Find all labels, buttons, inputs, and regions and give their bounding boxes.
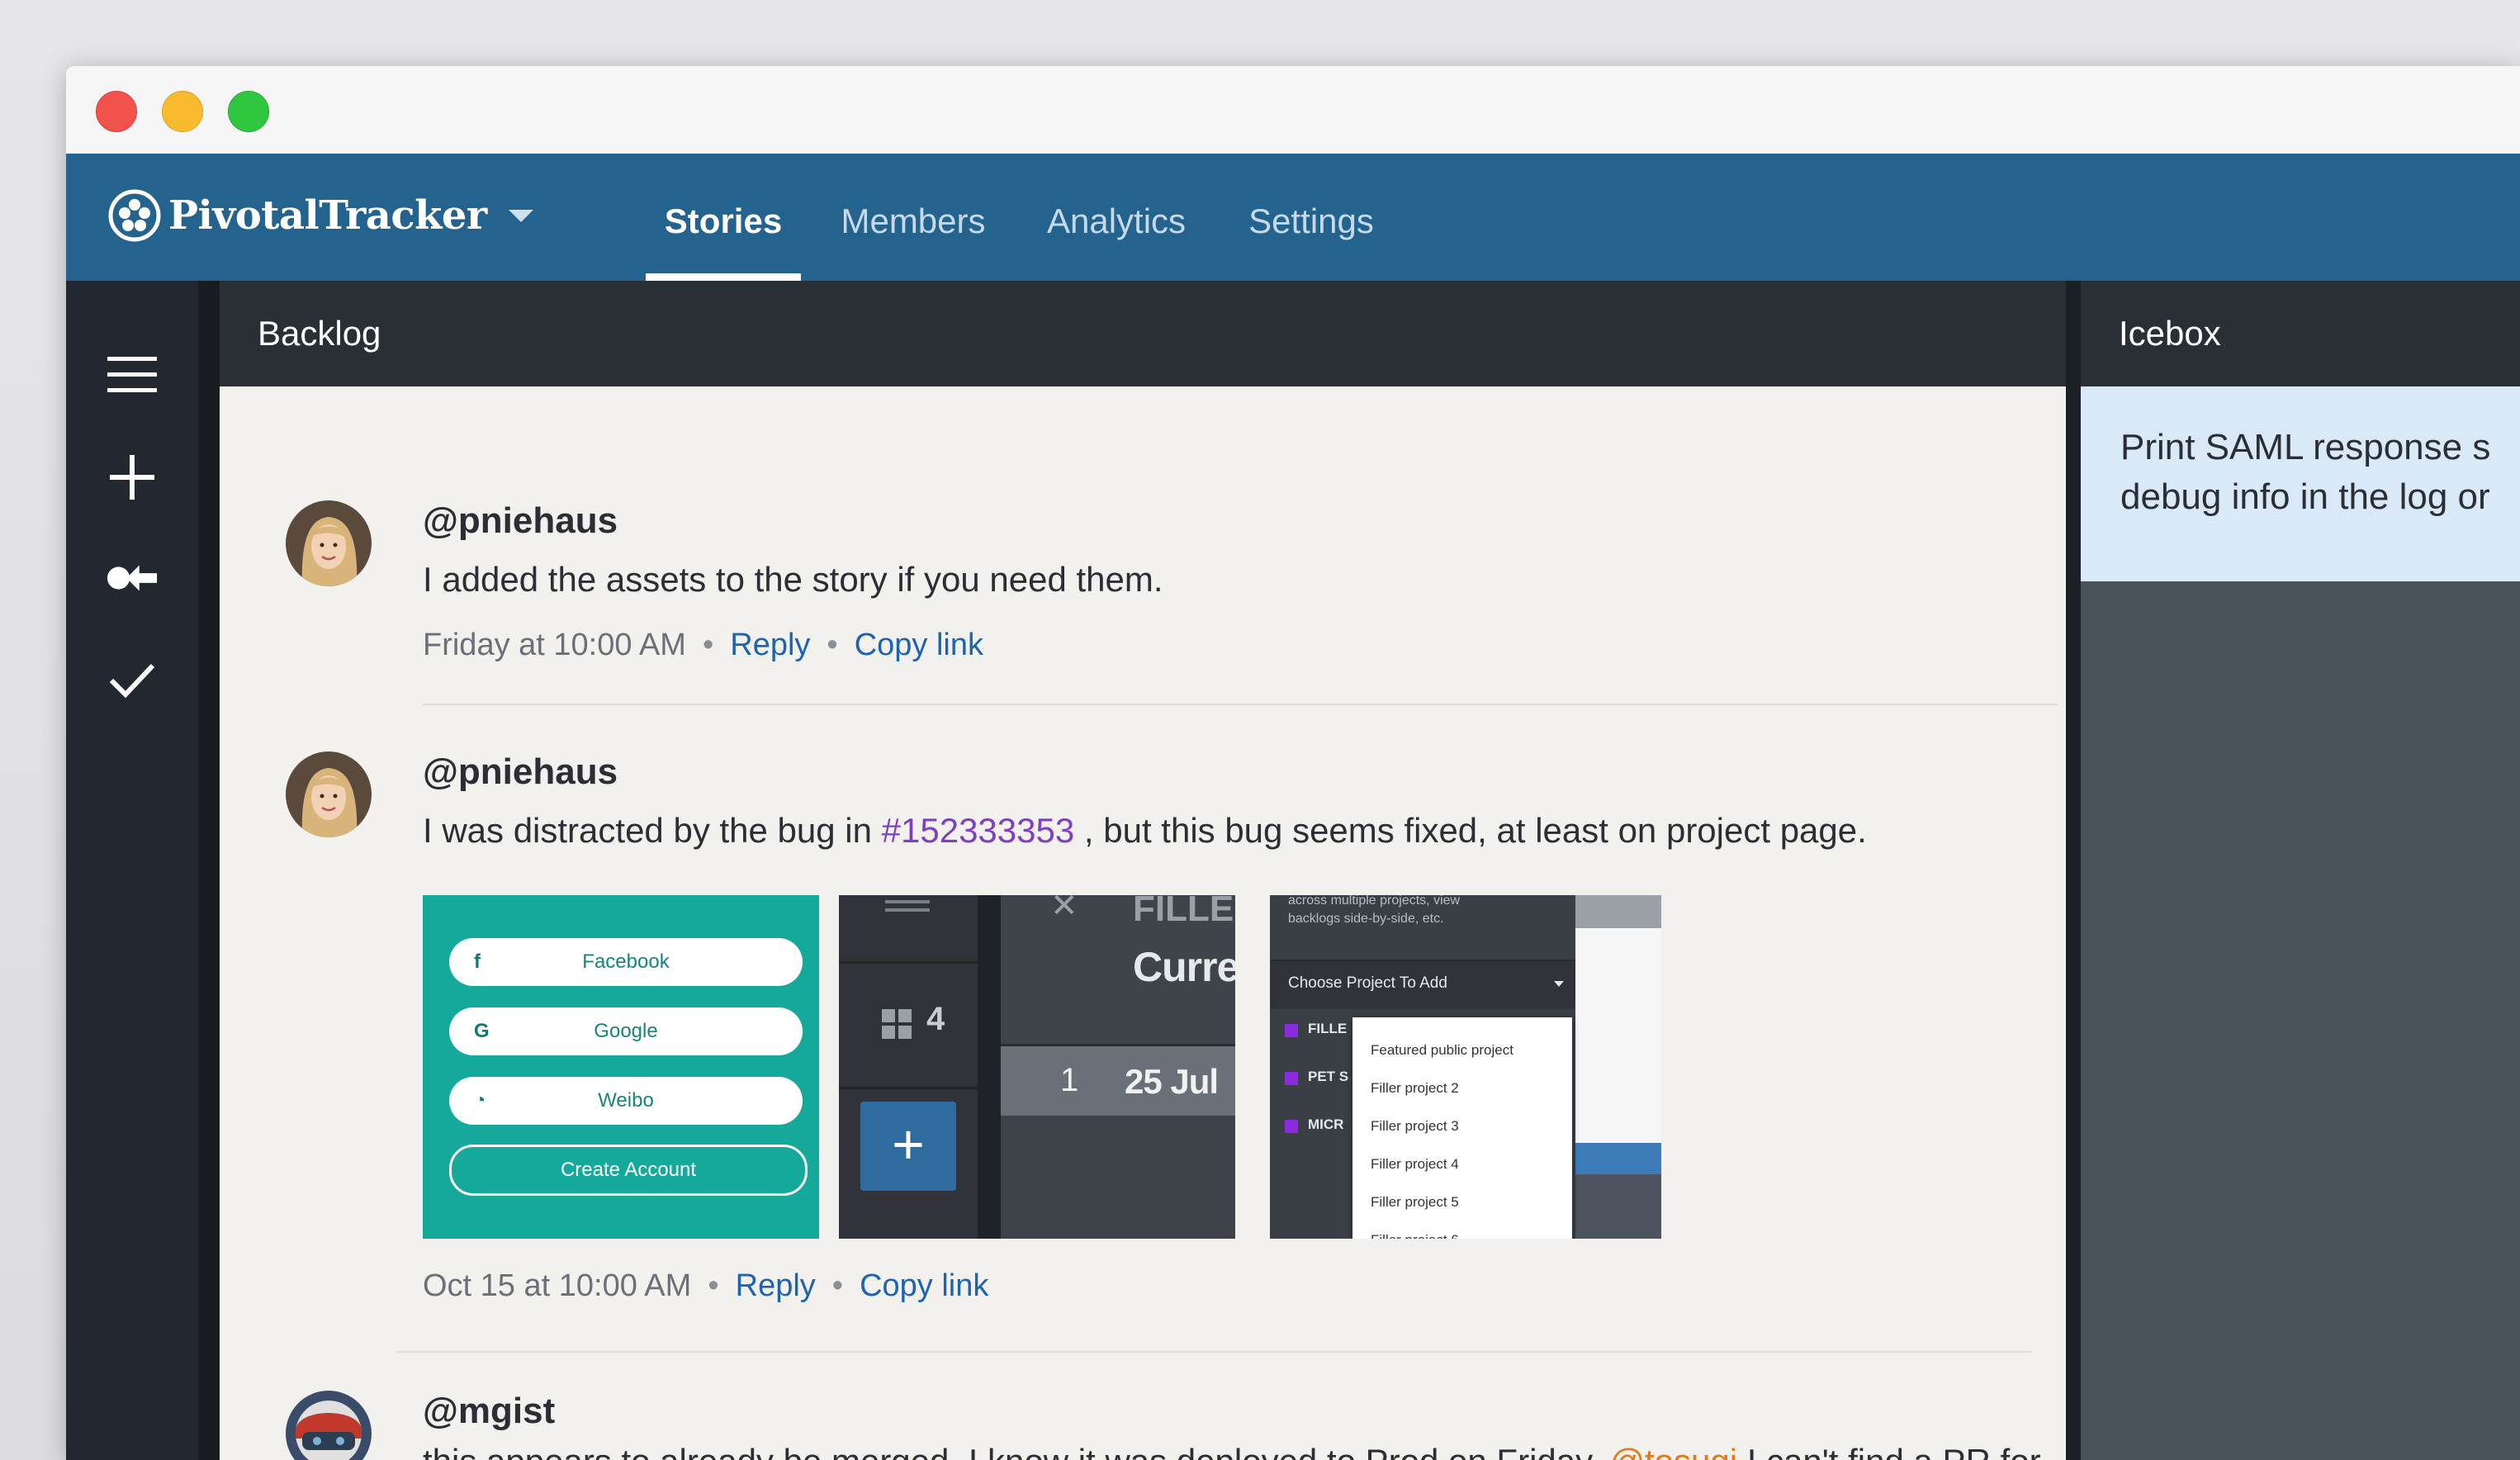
copy-link[interactable]: Copy link	[855, 628, 983, 662]
comment-text-before: this appears to already be merged, I kno…	[423, 1442, 1609, 1460]
grid-icon	[882, 1009, 913, 1040]
project-color-icon	[1285, 1024, 1298, 1037]
separator-dot: •	[702, 628, 714, 662]
dropdown-option: Filler project 6	[1371, 1232, 1459, 1239]
filler-label: FILLE	[1133, 895, 1234, 929]
separator-dot: •	[827, 628, 838, 662]
add-icon[interactable]	[106, 451, 159, 504]
create-account-button: Create Account	[449, 1145, 808, 1196]
attachment-thumbnail[interactable]: across multiple projects, view backlogs …	[1270, 895, 1661, 1239]
count-label: 4	[926, 1001, 945, 1037]
logo-menu[interactable]: PivotalTracker	[107, 187, 533, 244]
dropdown-option: Featured public project	[1371, 1042, 1513, 1058]
thumb-divider	[978, 895, 1001, 1239]
toggle-panels-icon[interactable]	[106, 552, 159, 604]
thumb-separator	[839, 1087, 978, 1089]
logo-text: PivotalTracker	[168, 192, 487, 239]
sidebar	[66, 281, 198, 1460]
dropdown-option: Filler project 5	[1371, 1194, 1459, 1210]
reply-link[interactable]: Reply	[736, 1268, 816, 1303]
tab-stories[interactable]: Stories	[646, 154, 801, 281]
tab-members[interactable]: Members	[822, 154, 1004, 281]
project-name: PET S	[1308, 1069, 1349, 1084]
comment-text: I was distracted by the bug in #15233335…	[423, 811, 1867, 851]
pivotal-logo-icon	[108, 189, 161, 242]
comment-text: this appears to already be merged, I kno…	[423, 1439, 2041, 1460]
thumb-selected-row	[1575, 1143, 1661, 1174]
thumb-separator	[839, 961, 978, 964]
comment-timestamp: Oct 15 at 10:00 AM	[423, 1268, 692, 1303]
comment-divider	[396, 1351, 2031, 1353]
dropdown-option: Filler project 2	[1371, 1080, 1459, 1096]
comment-text: I added the assets to the story if you n…	[423, 560, 1163, 599]
comment-author[interactable]: @pniehaus	[423, 500, 618, 542]
google-button: G Google	[449, 1007, 803, 1055]
backlog-header: Backlog	[220, 281, 2066, 386]
icebox-title: Icebox	[2119, 314, 2221, 353]
comment-timestamp: Friday at 10:00 AM	[423, 628, 686, 662]
menu-icon	[885, 900, 930, 903]
row-date: 25 Jul	[1125, 1062, 1219, 1101]
chevron-down-icon	[1554, 981, 1564, 987]
zoom-window-button[interactable]	[228, 91, 269, 132]
minimize-window-button[interactable]	[162, 91, 203, 132]
project-color-icon	[1285, 1120, 1298, 1133]
project-name: FILLE	[1308, 1021, 1348, 1036]
row-number: 1	[1060, 1062, 1079, 1098]
comment-text-after: , but this bug seems fixed, at least on …	[1074, 811, 1867, 850]
dropdown-option: Filler project 3	[1371, 1118, 1459, 1134]
comment-meta: Friday at 10:00 AM • Reply • Copy link	[423, 628, 983, 663]
thumb-description: across multiple projects, view backlogs …	[1288, 895, 1461, 926]
comment-divider	[423, 704, 2058, 705]
reply-link[interactable]: Reply	[730, 628, 810, 662]
attachment-thumbnail[interactable]: 4 + ✕ FILLE Curre 1 25 Jul	[839, 895, 1235, 1239]
backlog-title: Backlog	[258, 314, 381, 353]
comment-text-before: I was distracted by the bug in	[423, 811, 882, 850]
add-icon: +	[860, 1102, 956, 1191]
weibo-icon: ◔	[474, 1089, 486, 1112]
dropdown-option: Filler project 4	[1371, 1156, 1459, 1172]
user-mention-link[interactable]: @tosugi	[1609, 1442, 1737, 1460]
close-icon: ✕	[1050, 895, 1078, 924]
choose-project-select: Choose Project To Add	[1288, 974, 1447, 992]
google-icon: G	[474, 1020, 490, 1042]
story-comments: @pniehaus I added the assets to the stor…	[220, 386, 2066, 1460]
tab-settings[interactable]: Settings	[1229, 154, 1394, 281]
weibo-button: ◔ Weibo	[449, 1077, 803, 1125]
comment-author[interactable]: @pniehaus	[423, 751, 618, 793]
avatar	[286, 751, 372, 837]
avatar	[286, 1391, 372, 1460]
comment-author[interactable]: @mgist	[423, 1391, 555, 1432]
app-window: PivotalTracker Stories Members Analytics…	[66, 66, 2520, 1460]
story-title: Print SAML response s debug info in the …	[2120, 427, 2491, 517]
copy-link[interactable]: Copy link	[860, 1268, 988, 1303]
avatar	[286, 500, 372, 586]
chevron-down-icon	[508, 209, 533, 222]
menu-icon[interactable]	[106, 348, 159, 401]
facebook-button: f Facebook	[449, 938, 803, 986]
attachment-thumbnail[interactable]: f Facebook G Google ◔ Weibo Create Account	[423, 895, 819, 1239]
thumb-right-header	[1575, 895, 1661, 928]
tab-analytics[interactable]: Analytics	[1026, 154, 1207, 281]
icebox-header: Icebox	[2081, 281, 2520, 386]
column-divider[interactable]	[2066, 281, 2081, 1460]
story-card[interactable]: Print SAML response s debug info in the …	[2081, 386, 2520, 581]
story-reference-link[interactable]: #152333353	[882, 811, 1075, 850]
sidebar-divider	[198, 281, 220, 1460]
project-color-icon	[1285, 1072, 1298, 1085]
facebook-icon: f	[474, 950, 481, 973]
title-bar	[66, 66, 2520, 154]
thumb-footer	[1575, 1174, 1661, 1239]
separator-dot: •	[831, 1268, 844, 1303]
project-dropdown-menu: Featured public project Filler project 2…	[1352, 1017, 1572, 1239]
current-label: Curre	[1133, 944, 1235, 990]
project-name: MICR	[1308, 1116, 1344, 1132]
done-icon[interactable]	[106, 654, 159, 707]
top-nav: PivotalTracker Stories Members Analytics…	[66, 154, 2520, 281]
icebox-panel: Print SAML response s debug info in the …	[2081, 386, 2520, 1460]
close-window-button[interactable]	[96, 91, 137, 132]
separator-dot: •	[708, 1268, 719, 1303]
comment-meta: Oct 15 at 10:00 AM • Reply • Copy link	[423, 1268, 988, 1304]
